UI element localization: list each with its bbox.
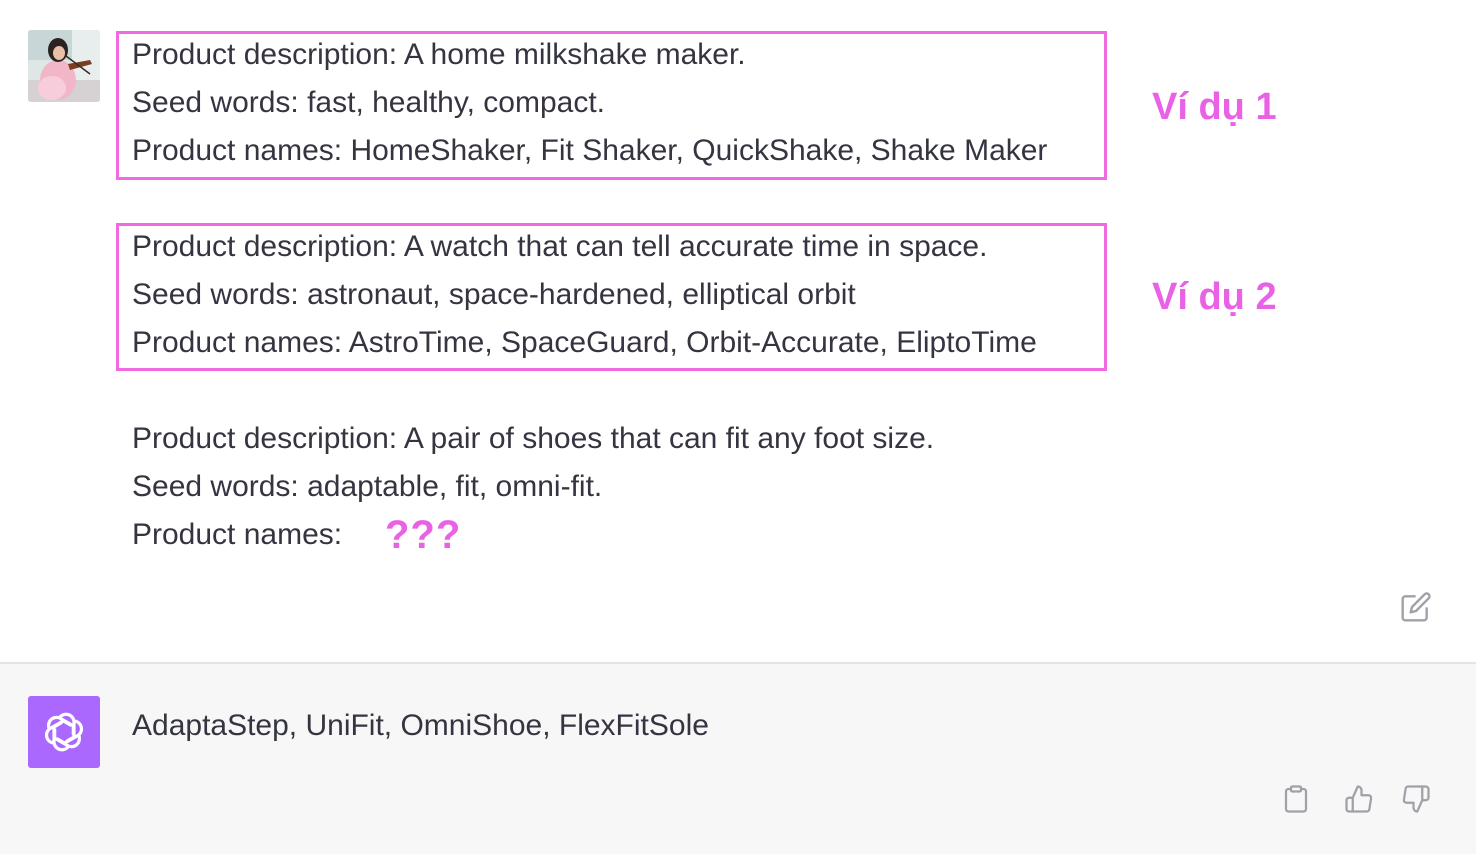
copy-button[interactable]	[1278, 781, 1314, 817]
query-description: Product description: A pair of shoes tha…	[132, 422, 935, 455]
example-2-description: Product description: A watch that can te…	[132, 230, 988, 263]
unknown-marker: ???	[385, 513, 462, 557]
query-seed-words: Seed words: adaptable, fit, omni-fit.	[132, 470, 603, 503]
example-1-description: Product description: A home milkshake ma…	[132, 38, 746, 71]
example-1-label: Ví dụ 1	[1152, 86, 1277, 128]
example-2-product-names: Product names: AstroTime, SpaceGuard, Or…	[132, 326, 1037, 359]
clipboard-icon	[1284, 785, 1308, 813]
assistant-answer: AdaptaStep, UniFit, OmniShoe, FlexFitSol…	[132, 709, 709, 742]
thumbs-down-button[interactable]	[1398, 781, 1434, 817]
example-1-product-names: Product names: HomeShaker, Fit Shaker, Q…	[132, 134, 1048, 167]
assistant-avatar	[28, 696, 100, 768]
edit-icon	[1401, 592, 1431, 622]
assistant-message: AdaptaStep, UniFit, OmniShoe, FlexFitSol…	[0, 664, 1476, 854]
edit-button[interactable]	[1398, 589, 1434, 625]
thumbs-up-button[interactable]	[1341, 781, 1377, 817]
example-2-label: Ví dụ 2	[1152, 276, 1277, 318]
example-2-seed-words: Seed words: astronaut, space-hardened, e…	[132, 278, 856, 311]
query-product-names: Product names:	[132, 518, 343, 551]
example-1-seed-words: Seed words: fast, healthy, compact.	[132, 86, 606, 119]
thumbs-up-icon	[1345, 785, 1373, 813]
user-avatar	[28, 30, 100, 102]
user-message: Product description: A home milkshake ma…	[0, 0, 1476, 662]
thumbs-down-icon	[1402, 785, 1430, 813]
openai-logo-icon	[44, 712, 84, 752]
